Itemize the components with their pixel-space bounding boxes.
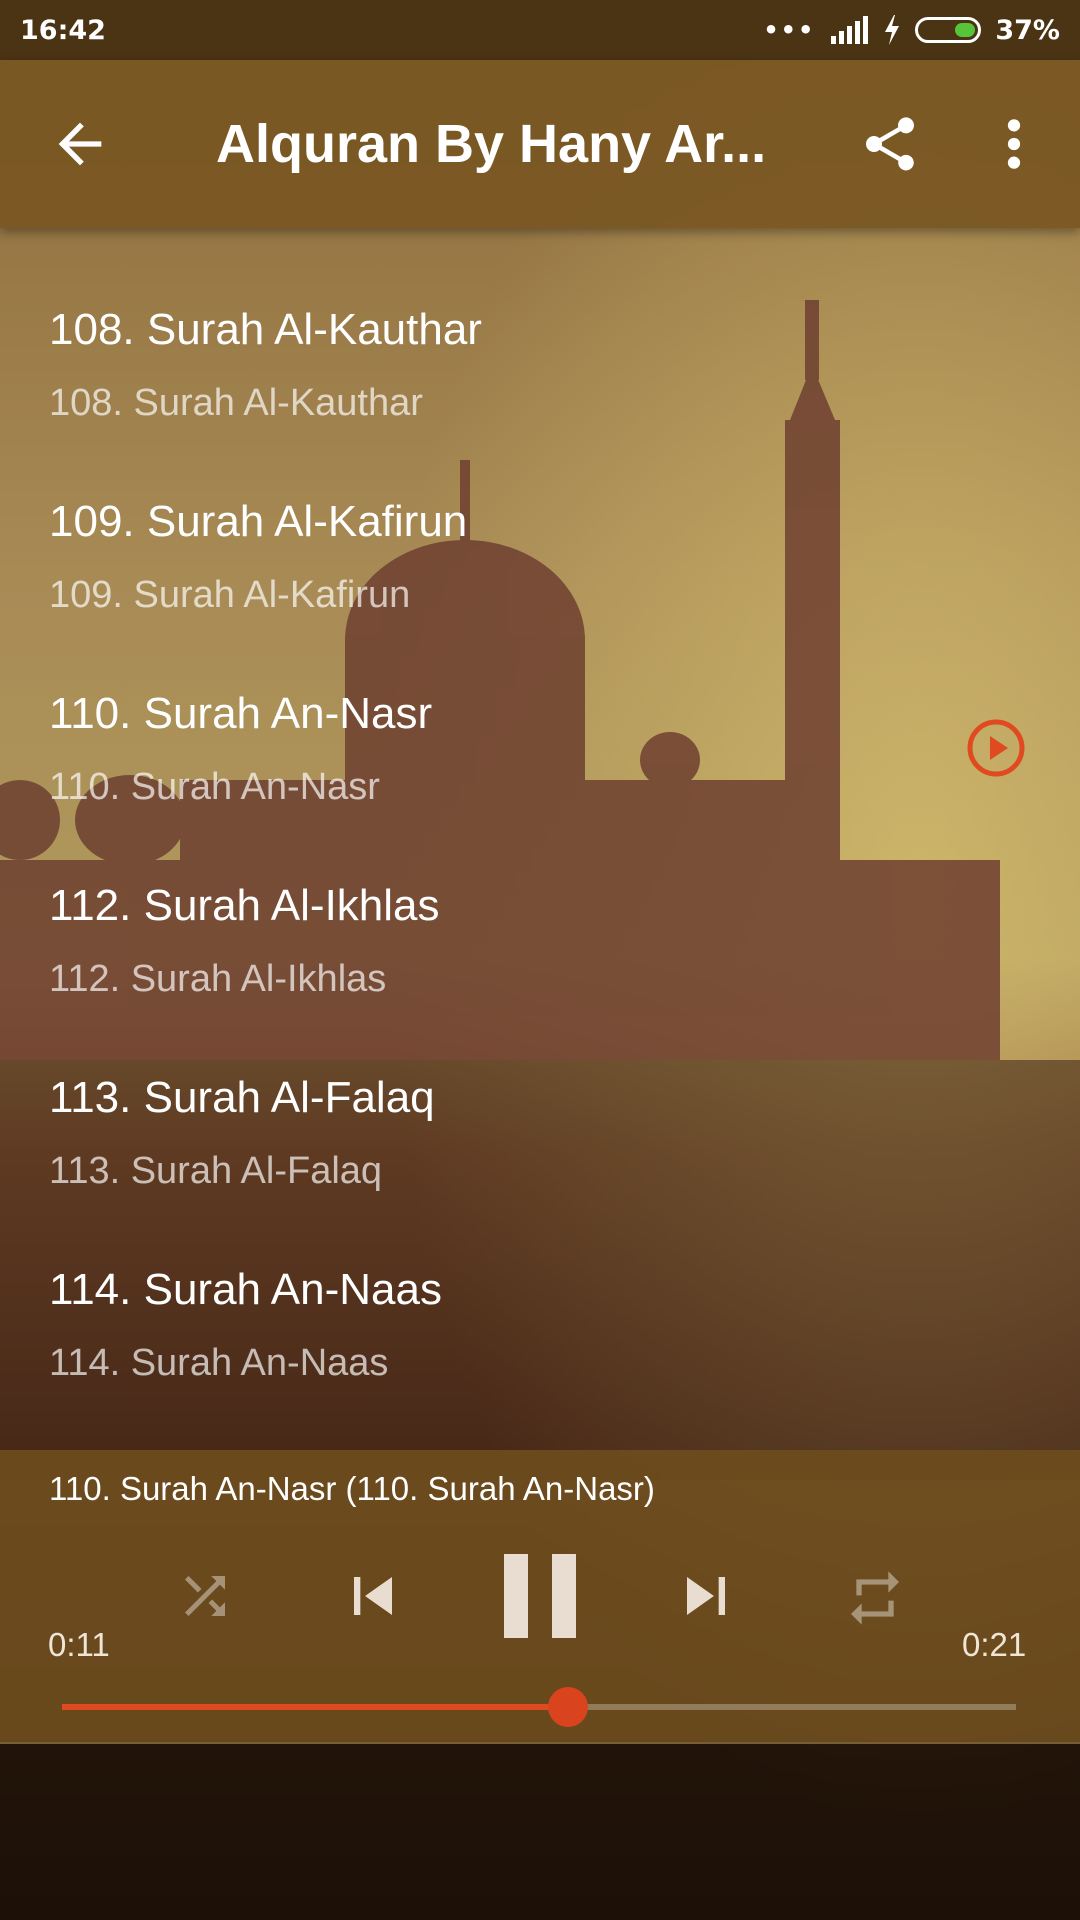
now-playing-title: 110. Surah An-Nasr (110. Surah An-Nasr) xyxy=(49,1470,655,1507)
status-time: 16:42 xyxy=(20,14,106,46)
overflow-menu-button[interactable] xyxy=(990,112,1038,176)
repeat-button[interactable] xyxy=(843,1566,907,1630)
skip-previous-icon xyxy=(354,1577,392,1615)
seek-thumb[interactable] xyxy=(547,1687,588,1727)
share-button[interactable] xyxy=(858,112,922,176)
back-button[interactable] xyxy=(48,112,112,176)
track-subtitle: 114. Surah An-Naas xyxy=(49,1342,389,1384)
previous-button[interactable] xyxy=(335,1558,411,1634)
battery-level xyxy=(955,23,976,37)
notification-dots-icon: ••• xyxy=(763,16,816,44)
signal-icon xyxy=(831,16,869,44)
repeat-icon xyxy=(851,1571,899,1625)
battery-icon xyxy=(915,17,982,43)
track-title: 112. Surah Al-Ikhlas xyxy=(49,881,440,930)
track-list: 108. Surah Al-Kauthar 108. Surah Al-Kaut… xyxy=(0,228,1080,1448)
track-item[interactable]: 109. Surah Al-Kafirun 109. Surah Al-Kafi… xyxy=(0,420,1080,616)
track-item[interactable]: 108. Surah Al-Kauthar 108. Surah Al-Kaut… xyxy=(0,228,1080,424)
track-title: 110. Surah An-Nasr xyxy=(49,689,433,738)
music-player: 110. Surah An-Nasr (110. Surah An-Nasr) … xyxy=(0,1450,1080,1744)
app-toolbar: Alquran By Hany Ar... xyxy=(0,60,1080,228)
seek-progress xyxy=(62,1704,568,1710)
shuffle-button[interactable] xyxy=(175,1566,235,1626)
arrow-left-icon xyxy=(58,122,102,166)
pause-button[interactable] xyxy=(496,1550,584,1642)
pause-icon xyxy=(504,1554,576,1638)
status-indicators: ••• 37% xyxy=(763,15,1060,46)
track-item-playing[interactable]: 110. Surah An-Nasr 110. Surah An-Nasr xyxy=(0,612,1080,808)
elapsed-time: 0:11 xyxy=(48,1626,110,1663)
shuffle-icon xyxy=(185,1576,225,1616)
share-icon xyxy=(866,117,914,171)
battery-percent: 37% xyxy=(995,14,1060,46)
play-circle-icon[interactable] xyxy=(964,716,1028,780)
status-bar: 16:42 ••• 37% xyxy=(0,0,1080,60)
track-item[interactable]: 112. Surah Al-Ikhlas 112. Surah Al-Ikhla… xyxy=(0,804,1080,1000)
charging-icon xyxy=(885,15,900,45)
skip-next-icon xyxy=(687,1577,725,1615)
next-button[interactable] xyxy=(668,1558,744,1634)
total-duration: 0:21 xyxy=(962,1626,1027,1663)
track-item[interactable]: 114. Surah An-Naas 114. Surah An-Naas xyxy=(0,1188,1080,1384)
more-vert-icon xyxy=(1007,119,1021,169)
track-item[interactable]: 113. Surah Al-Falaq 113. Surah Al-Falaq xyxy=(0,996,1080,1192)
track-title: 109. Surah Al-Kafirun xyxy=(49,497,468,546)
track-title: 113. Surah Al-Falaq xyxy=(49,1073,435,1122)
page-title: Alquran By Hany Ar... xyxy=(216,114,767,174)
track-title: 114. Surah An-Naas xyxy=(49,1265,442,1314)
seek-bar[interactable] xyxy=(62,1687,1016,1727)
track-title: 108. Surah Al-Kauthar xyxy=(49,305,482,354)
